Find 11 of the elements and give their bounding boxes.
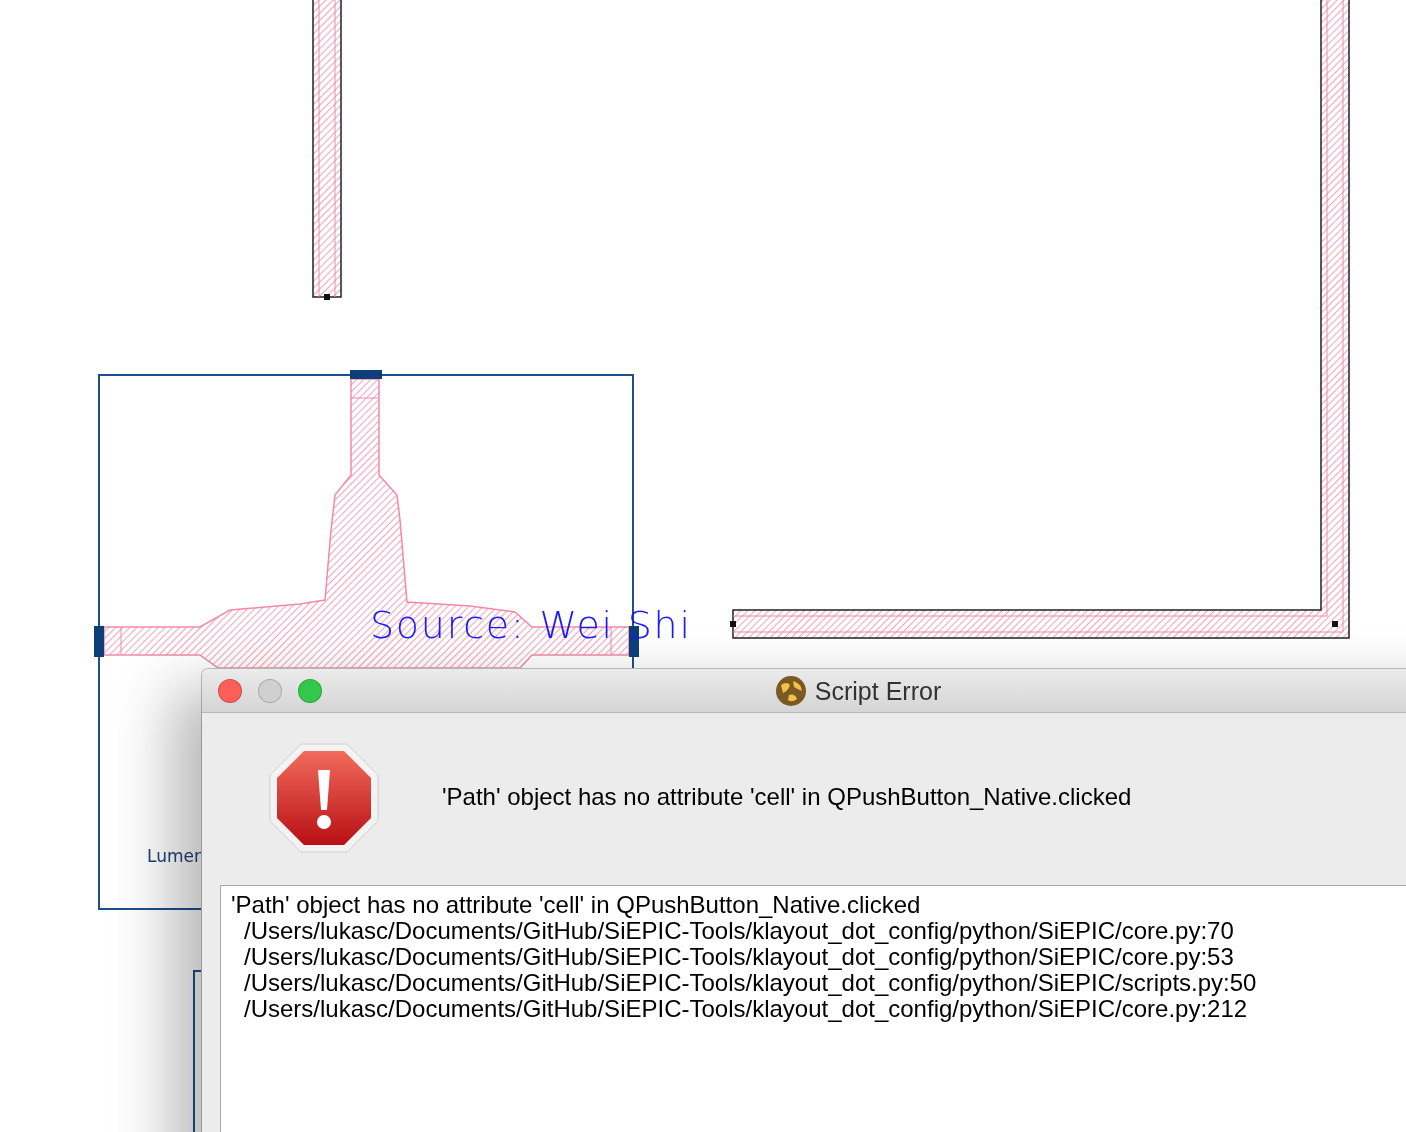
zoom-button[interactable] <box>298 678 322 703</box>
close-button[interactable] <box>218 678 242 703</box>
globe-icon <box>774 675 807 707</box>
traceback-message: 'Path' object has no attribute 'cell' in QPushButton_Native.clicked <box>231 892 922 918</box>
error-message: 'Path' object has no attribute 'cell' in QPushButton_Native.clicked <box>442 783 1132 811</box>
window-title: Script Error <box>814 676 942 706</box>
traceback-line: /Users/lukasc/Documents/GitHub/SiEPIC-Tools/klayout_dot_config/python/SiEPIC/scripts.py:50 <box>243 970 1258 996</box>
traceback-line: /Users/lukasc/Documents/GitHub/SiEPIC-Tools/klayout_dot_config/python/SiEPIC/core.py:53 <box>243 944 1235 970</box>
stop-sign-icon <box>268 742 380 854</box>
traceback-line: /Users/lukasc/Documents/GitHub/SiEPIC-Tools/klayout_dot_config/python/SiEPIC/core.py:70 <box>243 918 1235 944</box>
traceback-line: /Users/lukasc/Documents/GitHub/SiEPIC-Tools/klayout_dot_config/python/SiEPIC/core.py:212 <box>243 996 1248 1022</box>
